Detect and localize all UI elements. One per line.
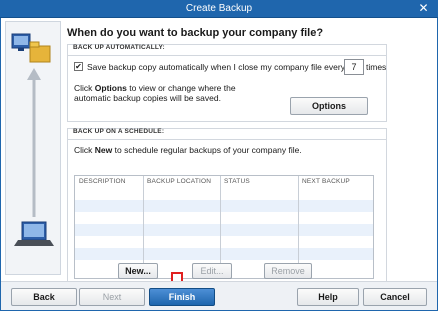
auto-backup-checkbox-label: Save backup copy automatically when I cl… — [87, 62, 345, 72]
edit-schedule-button[interactable]: Edit... — [192, 263, 232, 279]
table-row — [75, 224, 373, 236]
help-button[interactable]: Help — [297, 288, 359, 306]
times-label: times — [366, 62, 387, 72]
back-button[interactable]: Back — [11, 288, 77, 306]
column-header-next-backup: NEXT BACKUP — [302, 178, 350, 185]
next-button[interactable]: Next — [79, 288, 145, 306]
schedule-title: BACK UP ON A SCHEDULE: — [73, 128, 165, 135]
schedule-backup-group: BACK UP ON A SCHEDULE: Click New to sche… — [67, 128, 387, 288]
cancel-button[interactable]: Cancel — [363, 288, 427, 306]
title-bar: Create Backup ✕ — [0, 0, 438, 18]
auto-backup-group: BACK UP AUTOMATICALLY: ✔ Save backup cop… — [67, 44, 387, 122]
footer-bar: Back Next Finish Help Cancel — [1, 281, 437, 310]
computer-backup-illustration — [11, 33, 54, 246]
finish-button[interactable]: Finish — [149, 288, 215, 306]
remove-schedule-button[interactable]: Remove — [264, 263, 312, 279]
close-icon[interactable]: ✕ — [417, 2, 430, 15]
options-button[interactable]: Options — [290, 97, 368, 115]
new-schedule-button[interactable]: New... — [118, 263, 158, 279]
side-illustration-panel — [5, 21, 61, 275]
checkbox-checked-icon[interactable]: ✔ — [74, 62, 83, 71]
column-header-status: STATUS — [224, 178, 250, 185]
table-header: DESCRIPTION BACKUP LOCATION STATUS NEXT … — [75, 176, 373, 188]
column-header-description: DESCRIPTION — [79, 178, 126, 185]
schedule-info-text: Click New to schedule regular backups of… — [74, 145, 302, 155]
dialog-body: When do you want to backup your company … — [0, 18, 438, 311]
table-row — [75, 248, 373, 260]
auto-backup-divider — [68, 55, 386, 56]
options-info-text: Click Options to view or change where th… — [74, 83, 236, 103]
page-heading: When do you want to backup your company … — [67, 27, 324, 39]
table-row — [75, 200, 373, 212]
window-title: Create Backup — [185, 3, 253, 14]
auto-backup-title: BACK UP AUTOMATICALLY: — [73, 44, 165, 51]
schedule-divider — [68, 139, 386, 140]
column-header-backup-location: BACKUP LOCATION — [147, 178, 212, 185]
times-input[interactable]: 7 — [344, 59, 364, 75]
